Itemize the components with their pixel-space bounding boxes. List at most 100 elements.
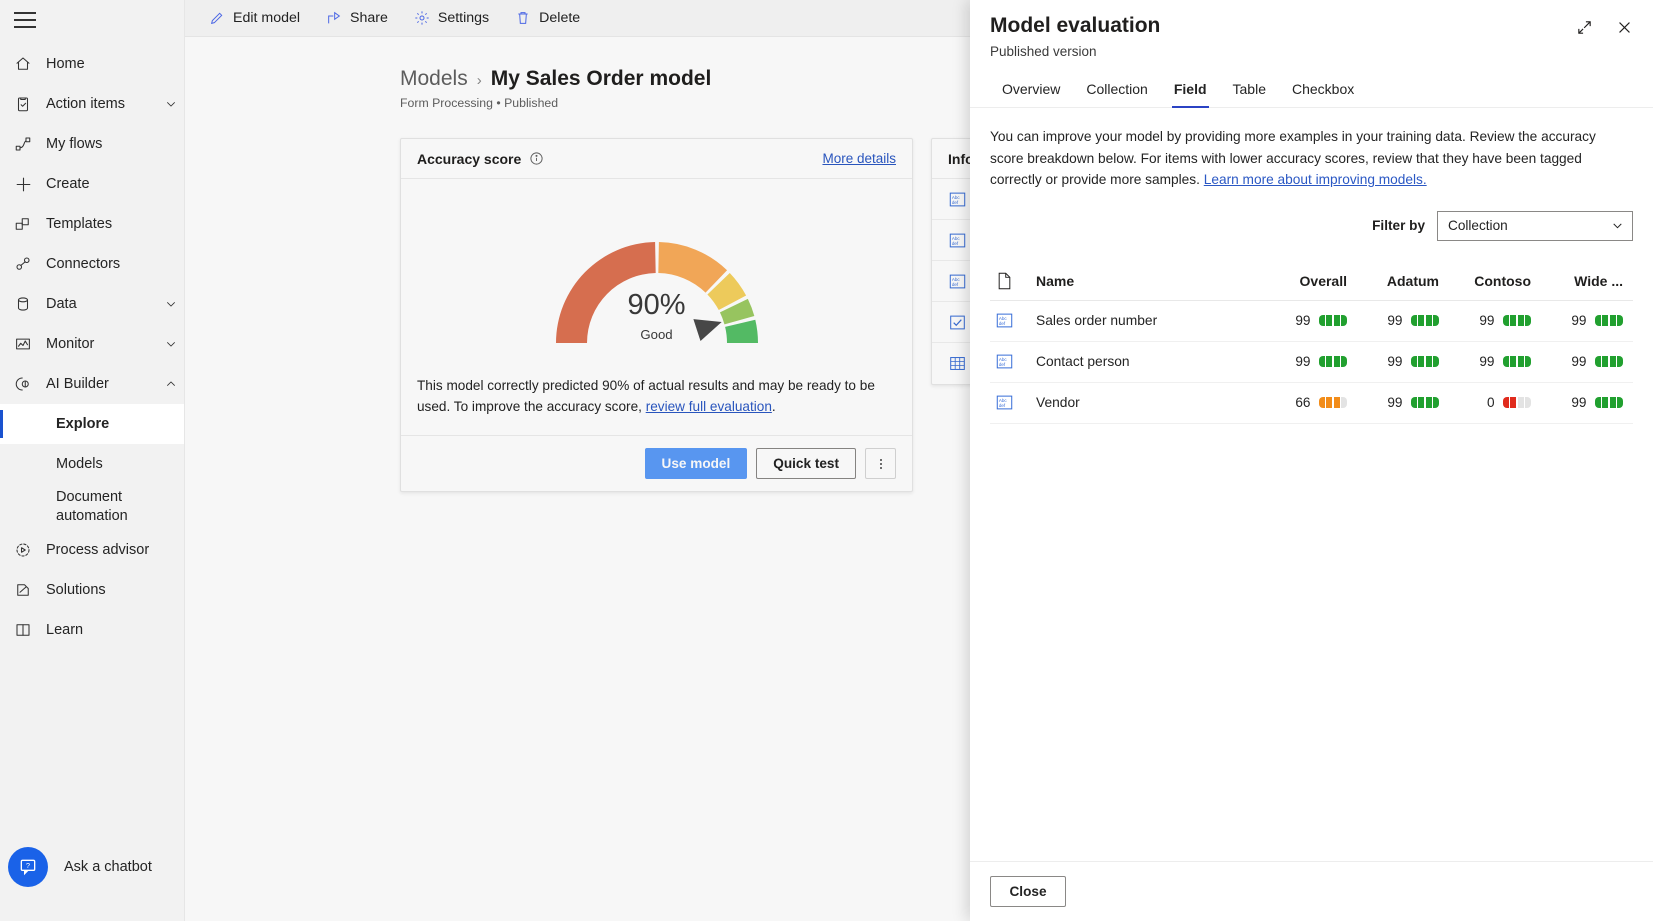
sidebar-item-label: Learn — [42, 622, 184, 638]
svg-text:?: ? — [26, 861, 30, 870]
sidebar-item-label: Models — [52, 456, 184, 472]
svg-text:def: def — [999, 403, 1006, 408]
share-icon — [326, 10, 342, 26]
hamburger-icon[interactable] — [14, 12, 36, 28]
accuracy-gauge-wrap: 90% Good — [401, 179, 912, 369]
database-icon — [14, 295, 42, 313]
score-value: 99 — [1571, 313, 1587, 328]
filter-by-select[interactable]: Collection — [1437, 211, 1633, 241]
tab-table[interactable]: Table — [1221, 73, 1278, 107]
close-icon[interactable] — [1609, 12, 1639, 42]
sidebar-item-monitor[interactable]: Monitor — [0, 324, 184, 364]
gear-icon — [414, 10, 430, 26]
score-bar-indicator — [1595, 315, 1624, 326]
sidebar-item-solutions[interactable]: Solutions — [0, 570, 184, 610]
table-row[interactable]: Abc def Vendor 66 99 0 99 — [990, 383, 1633, 424]
command-label: Share — [350, 10, 388, 26]
column-header-name[interactable]: Name — [1036, 273, 1265, 289]
score-value: 0 — [1479, 395, 1495, 410]
use-model-button[interactable]: Use model — [645, 448, 748, 479]
sidebar-item-process-advisor[interactable]: Process advisor — [0, 530, 184, 570]
sidebar-item-label: Process advisor — [42, 542, 184, 558]
svg-text:Abc: Abc — [999, 316, 1008, 321]
column-header-contoso[interactable]: Contoso — [1449, 273, 1541, 289]
sidebar-item-explore[interactable]: Explore — [0, 404, 184, 444]
panel-header: Model evaluation Published version — [970, 0, 1653, 59]
chevron-down-icon[interactable] — [158, 97, 184, 111]
accuracy-card-actions: Use model Quick test — [401, 435, 912, 491]
command-settings[interactable]: Settings — [405, 6, 498, 30]
sidebar-item-connectors[interactable]: Connectors — [0, 244, 184, 284]
ai-builder-icon — [14, 375, 42, 393]
more-options-button[interactable] — [865, 448, 896, 479]
chevron-down-icon[interactable] — [158, 297, 184, 311]
table-body: Abc def Sales order number 99 99 99 99 — [990, 301, 1633, 424]
sidebar-item-models[interactable]: Models — [0, 444, 184, 484]
text-field-icon: Abc def — [990, 312, 1036, 329]
filter-row: Filter by Collection — [990, 211, 1633, 241]
command-label: Settings — [438, 10, 489, 26]
score-bar-indicator — [1595, 397, 1624, 408]
tab-collection[interactable]: Collection — [1074, 73, 1159, 107]
sidebar-item-templates[interactable]: Templates — [0, 204, 184, 244]
chevron-up-icon[interactable] — [158, 377, 184, 391]
panel-body: You can improve your model by providing … — [970, 108, 1653, 861]
sidebar-item-action-items[interactable]: Action items — [0, 84, 184, 124]
column-header-overall[interactable]: Overall — [1265, 273, 1357, 289]
score-value: 99 — [1571, 395, 1587, 410]
table-cell-score: 0 — [1449, 395, 1541, 410]
info-icon[interactable] — [529, 151, 544, 166]
learn-more-link[interactable]: Learn more about improving models. — [1204, 172, 1427, 187]
sidebar-item-learn[interactable]: Learn — [0, 610, 184, 650]
command-label: Edit model — [233, 10, 300, 26]
table-cell-score: 99 — [1449, 313, 1541, 328]
score-bar-indicator — [1411, 315, 1440, 326]
accuracy-card-header: Accuracy score More details — [401, 139, 912, 179]
tab-field[interactable]: Field — [1162, 73, 1219, 107]
solutions-icon — [14, 581, 42, 599]
review-full-evaluation-link[interactable]: review full evaluation — [646, 399, 772, 414]
panel-title: Model evaluation — [990, 14, 1633, 38]
ask-a-chatbot-button[interactable]: ? Ask a chatbot — [0, 847, 152, 887]
table-row[interactable]: Abc def Contact person 99 99 99 99 — [990, 342, 1633, 383]
column-header-wide[interactable]: Wide ... — [1541, 273, 1633, 289]
sidebar-item-ai-builder[interactable]: AI Builder — [0, 364, 184, 404]
sidebar-item-my-flows[interactable]: My flows — [0, 124, 184, 164]
breadcrumb-models-link[interactable]: Models — [400, 67, 468, 91]
text-field-icon: Abc def — [948, 231, 966, 249]
quick-test-button[interactable]: Quick test — [756, 448, 856, 479]
table-row[interactable]: Abc def Sales order number 99 99 99 99 — [990, 301, 1633, 342]
score-value: 99 — [1387, 395, 1403, 410]
tab-label: Table — [1233, 81, 1266, 97]
sidebar-item-create[interactable]: Create — [0, 164, 184, 204]
expand-diagonal-icon[interactable] — [1569, 12, 1599, 42]
command-delete[interactable]: Delete — [506, 6, 589, 30]
table-cell-score: 99 — [1357, 395, 1449, 410]
pencil-icon — [209, 10, 225, 26]
app-root: HomeAction itemsMy flowsCreateTemplatesC… — [0, 0, 1653, 921]
checkbox-icon — [948, 313, 966, 331]
more-details-link[interactable]: More details — [822, 151, 896, 166]
gauge-readout: 90% Good — [507, 291, 807, 342]
column-header-adatum[interactable]: Adatum — [1357, 273, 1449, 289]
templates-icon — [14, 215, 42, 233]
table-cell-score: 99 — [1449, 354, 1541, 369]
svg-text:Abc: Abc — [951, 235, 960, 240]
sidebar-item-document-automation[interactable]: Document automation — [0, 484, 184, 530]
svg-text:def: def — [951, 241, 958, 246]
command-edit-model[interactable]: Edit model — [200, 6, 309, 30]
sidebar-item-home[interactable]: Home — [0, 44, 184, 84]
sidebar-item-data[interactable]: Data — [0, 284, 184, 324]
text-field-icon: Abc def — [996, 353, 1013, 370]
command-share[interactable]: Share — [317, 6, 397, 30]
tab-overview[interactable]: Overview — [990, 73, 1072, 107]
svg-text:def: def — [999, 321, 1006, 326]
chevron-down-icon[interactable] — [158, 337, 184, 351]
table-cell-score: 99 — [1265, 354, 1357, 369]
score-bar-indicator — [1319, 315, 1348, 326]
tab-checkbox[interactable]: Checkbox — [1280, 73, 1366, 107]
hamburger-row — [0, 0, 184, 40]
sidebar: HomeAction itemsMy flowsCreateTemplatesC… — [0, 0, 185, 921]
close-button[interactable]: Close — [990, 876, 1066, 907]
table-icon — [949, 355, 966, 372]
